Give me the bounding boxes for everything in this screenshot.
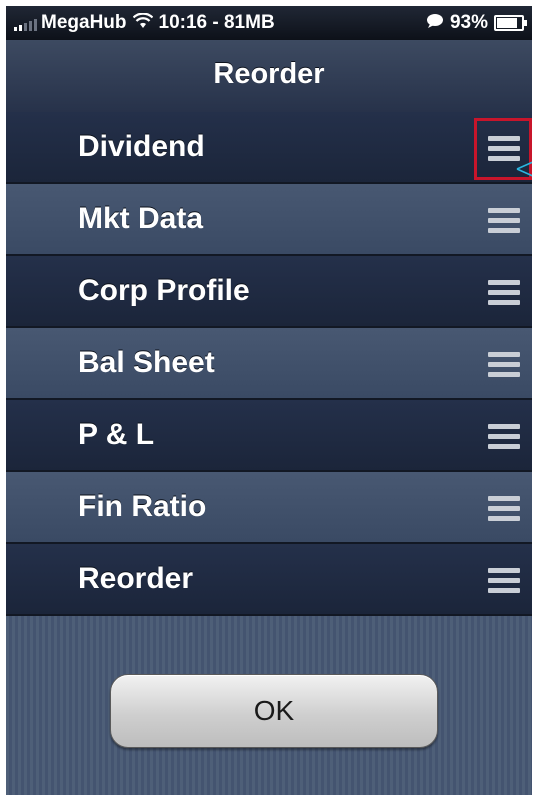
status-left: MegaHub 10:16 - 81MB — [14, 12, 275, 34]
carrier-name: MegaHub — [41, 12, 127, 33]
status-right: 93% — [426, 12, 527, 34]
list-row-dividend[interactable]: Dividend — [6, 112, 532, 184]
time-memory: 10:16 - 81MB — [158, 12, 275, 33]
list-row-p-and-l[interactable]: P & L — [6, 400, 532, 472]
row-label: Dividend — [78, 130, 205, 163]
list-row-corp-profile[interactable]: Corp Profile — [6, 256, 532, 328]
status-bar: MegaHub 10:16 - 81MB 93% — [6, 6, 532, 40]
signal-bars-icon — [14, 15, 37, 31]
battery-icon — [494, 15, 527, 31]
drag-handle-icon[interactable] — [488, 280, 520, 306]
drag-handle-icon[interactable] — [488, 352, 520, 378]
navigation-bar: Reorder — [6, 40, 532, 113]
list-row-reorder[interactable]: Reorder — [6, 544, 532, 616]
row-label: Fin Ratio — [78, 490, 207, 523]
ok-button[interactable]: OK — [110, 674, 438, 748]
row-label: Corp Profile — [78, 274, 250, 307]
pointer-arrow-icon — [516, 161, 532, 177]
list-row-mkt-data[interactable]: Mkt Data — [6, 184, 532, 256]
row-label: Bal Sheet — [78, 346, 215, 379]
row-label: Reorder — [78, 562, 194, 595]
drag-handle-icon[interactable] — [488, 424, 520, 450]
drag-handle-icon[interactable] — [488, 568, 520, 594]
screen: MegaHub 10:16 - 81MB 93% Reorder Dividen… — [6, 6, 532, 795]
drag-handle-icon[interactable] — [488, 496, 520, 522]
row-label: Mkt Data — [78, 202, 204, 235]
list-row-fin-ratio[interactable]: Fin Ratio — [6, 472, 532, 544]
chat-bubble-icon — [426, 13, 444, 34]
reorder-list: Dividend Mkt Data Corp Profile Bal Sheet… — [6, 112, 532, 616]
battery-percent: 93% — [449, 12, 488, 33]
row-label: P & L — [78, 418, 155, 451]
wifi-icon — [132, 12, 153, 34]
page-title: Reorder — [213, 58, 325, 90]
list-row-bal-sheet[interactable]: Bal Sheet — [6, 328, 532, 400]
drag-handle-icon[interactable] — [488, 208, 520, 234]
